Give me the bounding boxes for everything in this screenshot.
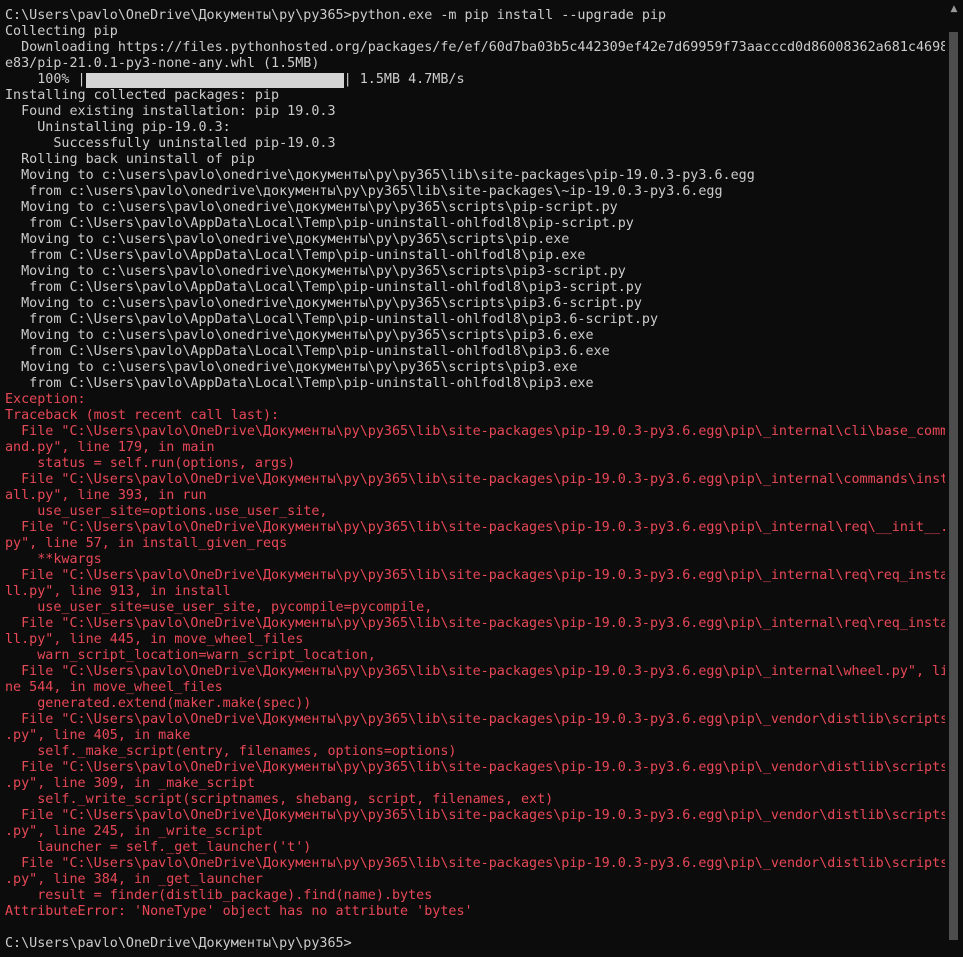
error-line: Traceback (most recent call last): <box>5 408 280 423</box>
vertical-scrollbar[interactable]: ▲ <box>945 0 963 957</box>
error-line: **kwargs <box>5 552 102 567</box>
error-line: .py", line 309, in _make_script <box>5 776 255 791</box>
error-line: .py", line 245, in _write_script <box>5 824 263 839</box>
error-line: launcher = self._get_launcher('t') <box>5 840 312 855</box>
output-line: e83/pip-21.0.1-py3-none-any.whl (1.5MB) <box>5 56 320 71</box>
error-line: and.py", line 179, in main <box>5 440 215 455</box>
scrollbar-thumb[interactable] <box>949 32 958 940</box>
output-line: Moving to c:\users\pavlo\onedrive\докуме… <box>5 200 618 215</box>
output-line: Downloading https://files.pythonhosted.o… <box>5 40 945 55</box>
error-line: File "C:\Users\pavlo\OneDrive\Документы\… <box>5 664 945 679</box>
error-line: use_user_site=options.use_user_site, <box>5 504 328 519</box>
error-line: ll.py", line 445, in move_wheel_files <box>5 632 304 647</box>
output-line: from C:\Users\pavlo\AppData\Local\Temp\p… <box>5 344 610 359</box>
progress-bar <box>85 73 344 88</box>
output-line: Installing collected packages: pip <box>5 88 280 103</box>
error-line: all.py", line 393, in run <box>5 488 207 503</box>
error-line: ne 544, in move_wheel_files <box>5 680 223 695</box>
output-line: Moving to c:\users\pavlo\onedrive\докуме… <box>5 328 594 343</box>
error-line: self._make_script(entry, filenames, opti… <box>5 744 457 759</box>
error-line: Exception: <box>5 392 86 407</box>
output-line: Moving to c:\users\pavlo\onedrive\докуме… <box>5 232 570 247</box>
error-line: File "C:\Users\pavlo\OneDrive\Документы\… <box>5 424 945 439</box>
output-line: Uninstalling pip-19.0.3: <box>5 120 231 135</box>
output-line: C:\Users\pavlo\OneDrive\Документы\py\py3… <box>5 8 667 23</box>
terminal-window[interactable]: C:\Users\pavlo\OneDrive\Документы\py\py3… <box>0 0 945 957</box>
error-line: File "C:\Users\pavlo\OneDrive\Документы\… <box>5 760 945 775</box>
error-line: File "C:\Users\pavlo\OneDrive\Документы\… <box>5 808 945 823</box>
error-line: py", line 57, in install_given_reqs <box>5 536 288 551</box>
error-line: .py", line 405, in make <box>5 728 191 743</box>
output-line: Moving to c:\users\pavlo\onedrive\докуме… <box>5 296 642 311</box>
output-line: from C:\Users\pavlo\AppData\Local\Temp\p… <box>5 376 594 391</box>
output-line: C:\Users\pavlo\OneDrive\Документы\py\py3… <box>5 936 352 951</box>
output-line: from C:\Users\pavlo\AppData\Local\Temp\p… <box>5 248 586 263</box>
output-line: from C:\Users\pavlo\AppData\Local\Temp\p… <box>5 280 642 295</box>
progress-speed-label: | 1.5MB 4.7MB/s <box>343 72 465 87</box>
output-line: Moving to c:\users\pavlo\onedrive\докуме… <box>5 264 626 279</box>
terminal-output: C:\Users\pavlo\OneDrive\Документы\py\py3… <box>5 8 945 952</box>
error-line: use_user_site=use_user_site, pycompile=p… <box>5 600 433 615</box>
error-line: File "C:\Users\pavlo\OneDrive\Документы\… <box>5 568 945 583</box>
error-line: File "C:\Users\pavlo\OneDrive\Документы\… <box>5 520 945 535</box>
error-line: AttributeError: 'NoneType' object has no… <box>5 904 473 919</box>
error-line: status = self.run(options, args) <box>5 456 296 471</box>
output-line: Moving to c:\users\pavlo\onedrive\докуме… <box>5 168 755 183</box>
error-line: result = finder(distlib_package).find(na… <box>5 888 433 903</box>
download-progress-line: 100% | | 1.5MB 4.7MB/s <box>5 72 945 88</box>
output-line: from C:\Users\pavlo\AppData\Local\Temp\p… <box>5 312 659 327</box>
error-line: File "C:\Users\pavlo\OneDrive\Документы\… <box>5 472 945 487</box>
error-line: ll.py", line 913, in install <box>5 584 231 599</box>
error-line: generated.extend(maker.make(spec)) <box>5 696 312 711</box>
error-line: File "C:\Users\pavlo\OneDrive\Документы\… <box>5 712 945 727</box>
error-line: .py", line 384, in _get_launcher <box>5 872 263 887</box>
error-line: File "C:\Users\pavlo\OneDrive\Документы\… <box>5 616 945 631</box>
error-line: File "C:\Users\pavlo\OneDrive\Документы\… <box>5 856 945 871</box>
error-line: warn_script_location=warn_script_locatio… <box>5 648 376 663</box>
output-line: Successfully uninstalled pip-19.0.3 <box>5 136 336 151</box>
output-line: from c:\users\pavlo\onedrive\документы\p… <box>5 184 723 199</box>
output-line: Rolling back uninstall of pip <box>5 152 255 167</box>
progress-percent-label: 100% | <box>5 72 86 87</box>
scroll-up-arrow-icon[interactable]: ▲ <box>945 2 963 16</box>
output-line: from C:\Users\pavlo\AppData\Local\Temp\p… <box>5 216 634 231</box>
output-line: Moving to c:\users\pavlo\onedrive\докуме… <box>5 360 578 375</box>
error-line: self._write_script(scriptnames, shebang,… <box>5 792 554 807</box>
output-line: Found existing installation: pip 19.0.3 <box>5 104 336 119</box>
output-line: Collecting pip <box>5 24 118 39</box>
